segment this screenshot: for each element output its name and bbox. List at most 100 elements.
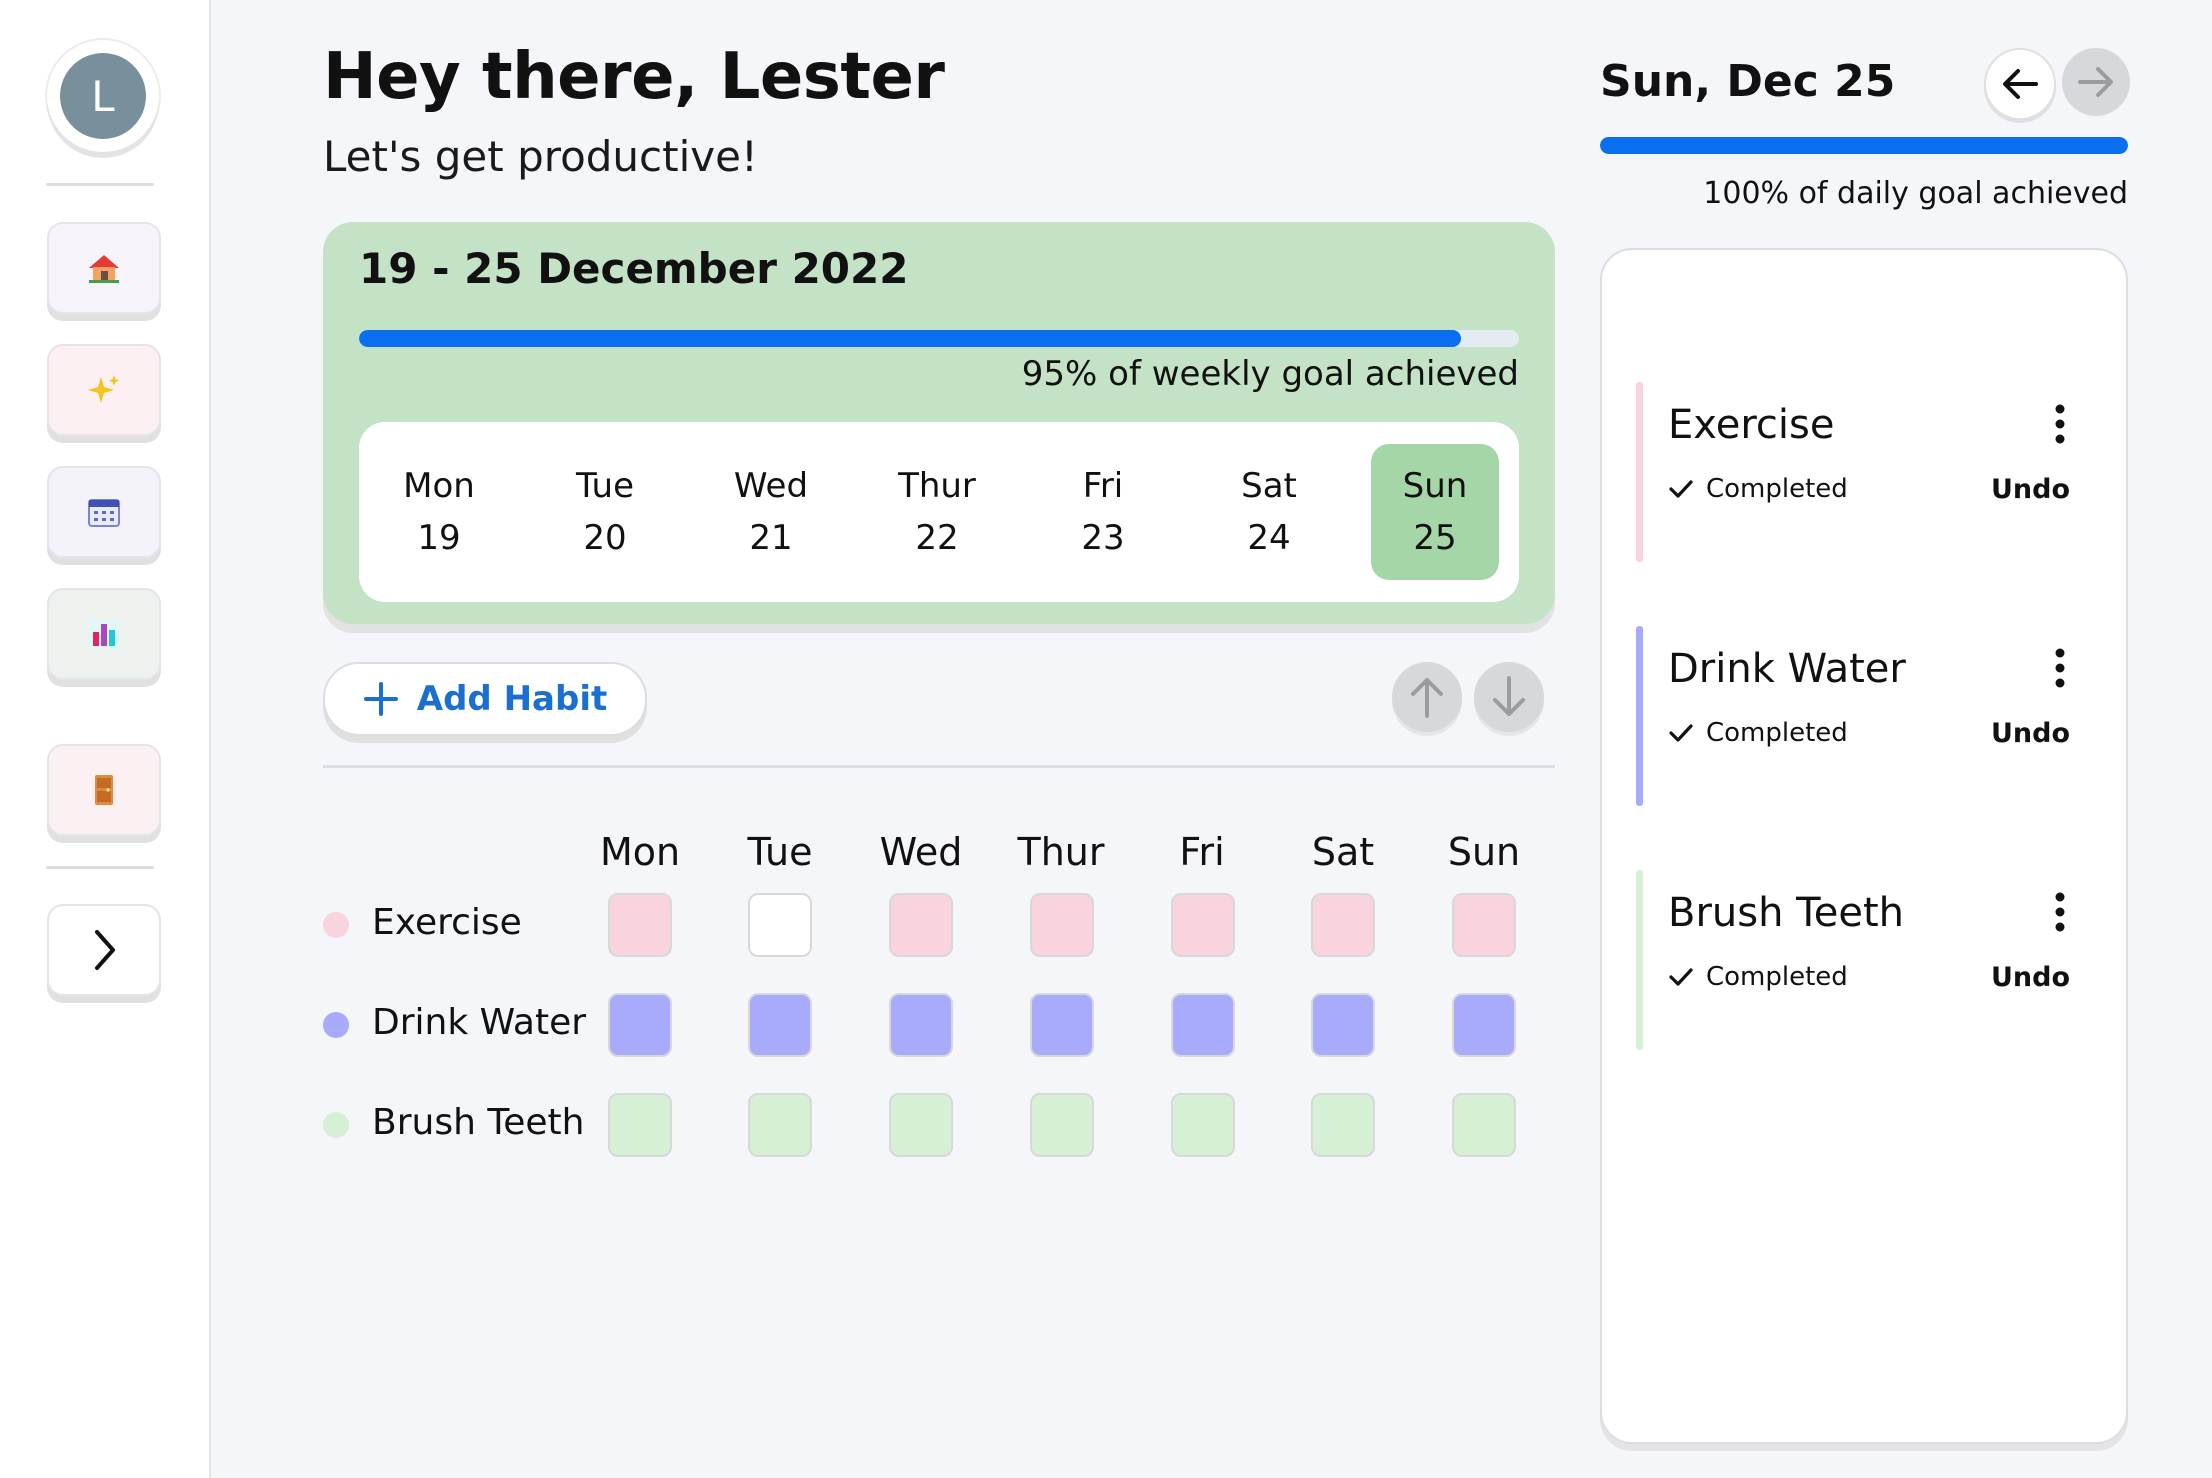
day-sat[interactable]: Sat 24 bbox=[1205, 444, 1333, 580]
next-day-button[interactable] bbox=[2062, 48, 2130, 116]
habit-card: Drink Water Completed Undo bbox=[1636, 626, 2096, 806]
nav-stats-button[interactable] bbox=[47, 588, 161, 680]
nav-calendar-button[interactable] bbox=[47, 466, 161, 558]
day-name: Fri bbox=[1082, 466, 1124, 506]
nav-home-button[interactable] bbox=[47, 222, 161, 314]
habit-status: Completed bbox=[1668, 474, 1848, 504]
habit-color-bar bbox=[1636, 870, 1643, 1050]
checkmark-icon bbox=[1669, 724, 1693, 742]
habit-day-cell[interactable] bbox=[1452, 893, 1516, 957]
habit-day-cell[interactable] bbox=[889, 1093, 953, 1157]
habit-title: Drink Water bbox=[1668, 646, 1906, 692]
day-number: 20 bbox=[583, 518, 627, 558]
undo-button[interactable]: Undo bbox=[1991, 718, 2070, 749]
habit-color-dot bbox=[323, 1012, 349, 1038]
arrow-right-icon bbox=[2078, 67, 2113, 97]
sidebar-divider bbox=[46, 866, 154, 869]
habit-status: Completed bbox=[1668, 718, 1848, 748]
weekly-progress-bar bbox=[359, 330, 1519, 347]
checkmark-icon bbox=[1669, 480, 1693, 498]
habit-day-cell[interactable] bbox=[748, 993, 812, 1057]
section-divider bbox=[323, 765, 1555, 768]
week-card: 19 - 25 December 2022 95% of weekly goal… bbox=[323, 222, 1555, 624]
calendar-icon bbox=[88, 499, 120, 527]
grid-column-header: Sat bbox=[1311, 830, 1375, 874]
habit-day-cell[interactable] bbox=[748, 893, 812, 957]
habit-day-cell[interactable] bbox=[1311, 893, 1375, 957]
daily-progress-fill bbox=[1600, 137, 2128, 154]
nav-highlights-button[interactable] bbox=[47, 344, 161, 436]
sidebar: L bbox=[0, 0, 211, 1478]
avatar[interactable]: L bbox=[47, 40, 159, 152]
habit-day-cell[interactable] bbox=[608, 893, 672, 957]
day-fri[interactable]: Fri 23 bbox=[1039, 444, 1167, 580]
page-title: Hey there, Lester bbox=[323, 40, 945, 114]
habit-day-cell[interactable] bbox=[1452, 1093, 1516, 1157]
grid-column-header: Wed bbox=[879, 830, 963, 874]
avatar-initial: L bbox=[60, 53, 146, 139]
day-wed[interactable]: Wed 21 bbox=[707, 444, 835, 580]
habit-day-cell[interactable] bbox=[1030, 1093, 1094, 1157]
habit-day-cell[interactable] bbox=[1030, 893, 1094, 957]
selected-date: Sun, Dec 25 bbox=[1600, 56, 1896, 107]
day-number: 19 bbox=[417, 518, 461, 558]
habit-name: Drink Water bbox=[372, 1002, 587, 1043]
undo-button[interactable]: Undo bbox=[1991, 474, 2070, 505]
day-number: 21 bbox=[749, 518, 793, 558]
more-options-icon[interactable] bbox=[2040, 402, 2080, 446]
habit-status-label: Completed bbox=[1706, 474, 1848, 504]
habit-color-bar bbox=[1636, 626, 1643, 806]
day-thur[interactable]: Thur 22 bbox=[873, 444, 1001, 580]
add-habit-button[interactable]: Add Habit bbox=[323, 662, 647, 736]
previous-day-button[interactable] bbox=[1984, 48, 2056, 120]
day-name: Thur bbox=[898, 466, 976, 506]
habit-status-label: Completed bbox=[1706, 718, 1848, 748]
weekly-progress-fill bbox=[359, 330, 1461, 347]
expand-sidebar-button[interactable] bbox=[47, 904, 161, 996]
grid-column-header: Fri bbox=[1179, 830, 1225, 874]
habit-day-cell[interactable] bbox=[608, 1093, 672, 1157]
day-number: 23 bbox=[1081, 518, 1125, 558]
day-sun-selected[interactable]: Sun 25 bbox=[1371, 444, 1499, 580]
habit-card: Exercise Completed Undo bbox=[1636, 382, 2096, 562]
habit-day-cell[interactable] bbox=[1311, 993, 1375, 1057]
move-down-button[interactable] bbox=[1474, 662, 1544, 732]
daily-goal-text: 100% of daily goal achieved bbox=[1703, 176, 2128, 211]
move-up-button[interactable] bbox=[1392, 662, 1462, 732]
bar-chart-icon bbox=[89, 620, 119, 648]
nav-logout-button[interactable] bbox=[47, 744, 161, 836]
day-name: Mon bbox=[403, 466, 475, 506]
day-number: 22 bbox=[915, 518, 959, 558]
habit-color-dot bbox=[323, 912, 349, 938]
undo-button[interactable]: Undo bbox=[1991, 962, 2070, 993]
habit-day-cell[interactable] bbox=[889, 993, 953, 1057]
habit-day-cell[interactable] bbox=[1452, 993, 1516, 1057]
habit-day-cell[interactable] bbox=[608, 993, 672, 1057]
sidebar-divider bbox=[46, 183, 154, 186]
habit-day-cell[interactable] bbox=[1171, 993, 1235, 1057]
door-icon bbox=[95, 775, 113, 805]
more-options-icon[interactable] bbox=[2040, 646, 2080, 690]
habit-day-cell[interactable] bbox=[889, 893, 953, 957]
grid-column-header: Tue bbox=[747, 830, 813, 874]
habit-name: Brush Teeth bbox=[372, 1102, 585, 1143]
day-number: 25 bbox=[1413, 518, 1457, 558]
habit-title: Brush Teeth bbox=[1668, 890, 1905, 936]
habit-day-cell[interactable] bbox=[1030, 993, 1094, 1057]
day-mon[interactable]: Mon 19 bbox=[375, 444, 503, 580]
habit-color-dot bbox=[323, 1112, 349, 1138]
habit-day-cell[interactable] bbox=[1171, 1093, 1235, 1157]
habit-status-label: Completed bbox=[1706, 962, 1848, 992]
habit-day-cell[interactable] bbox=[1311, 1093, 1375, 1157]
day-name: Wed bbox=[733, 466, 809, 506]
day-tue[interactable]: Tue 20 bbox=[541, 444, 669, 580]
page-subtitle: Let's get productive! bbox=[323, 132, 758, 181]
habit-title: Exercise bbox=[1668, 402, 1835, 448]
grid-column-header: Mon bbox=[599, 830, 681, 874]
week-title: 19 - 25 December 2022 bbox=[359, 244, 909, 293]
habit-day-cell[interactable] bbox=[748, 1093, 812, 1157]
habit-day-cell[interactable] bbox=[1171, 893, 1235, 957]
more-options-icon[interactable] bbox=[2040, 890, 2080, 934]
home-icon bbox=[89, 255, 119, 283]
habit-name: Exercise bbox=[372, 902, 522, 943]
